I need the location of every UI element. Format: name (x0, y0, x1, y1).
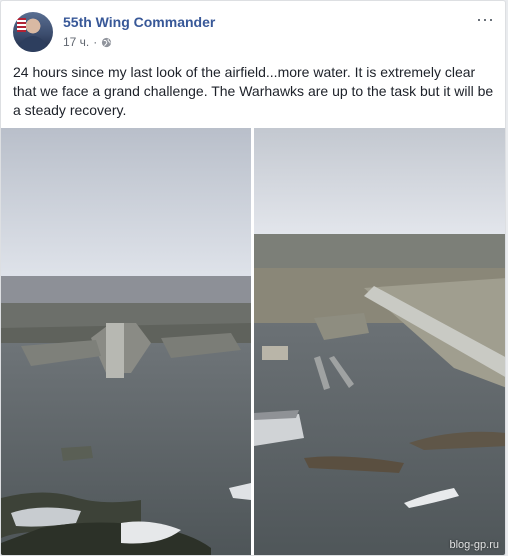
flooded-airfield-photo-2 (254, 128, 505, 555)
post-text: 24 hours since my last look of the airfi… (13, 64, 494, 118)
post-meta: 17 ч. · (63, 35, 112, 49)
post-header: 55th Wing Commander 17 ч. · ⋯ (13, 11, 497, 54)
avatar[interactable] (13, 12, 53, 52)
photo-right[interactable]: blog-gp.ru (254, 128, 505, 555)
globe-icon[interactable] (101, 37, 112, 48)
post-card: 55th Wing Commander 17 ч. · ⋯ 24 hours s… (0, 0, 506, 556)
flag-icon (17, 18, 26, 32)
watermark: blog-gp.ru (449, 539, 499, 551)
photo-left[interactable] (1, 128, 251, 555)
post-time[interactable]: 17 ч. (63, 35, 89, 49)
flooded-airfield-photo-1 (1, 128, 251, 555)
meta-separator: · (93, 35, 98, 49)
more-options-icon[interactable]: ⋯ (475, 11, 495, 32)
avatar-shoulders (19, 36, 47, 52)
author-name[interactable]: 55th Wing Commander (63, 14, 215, 30)
